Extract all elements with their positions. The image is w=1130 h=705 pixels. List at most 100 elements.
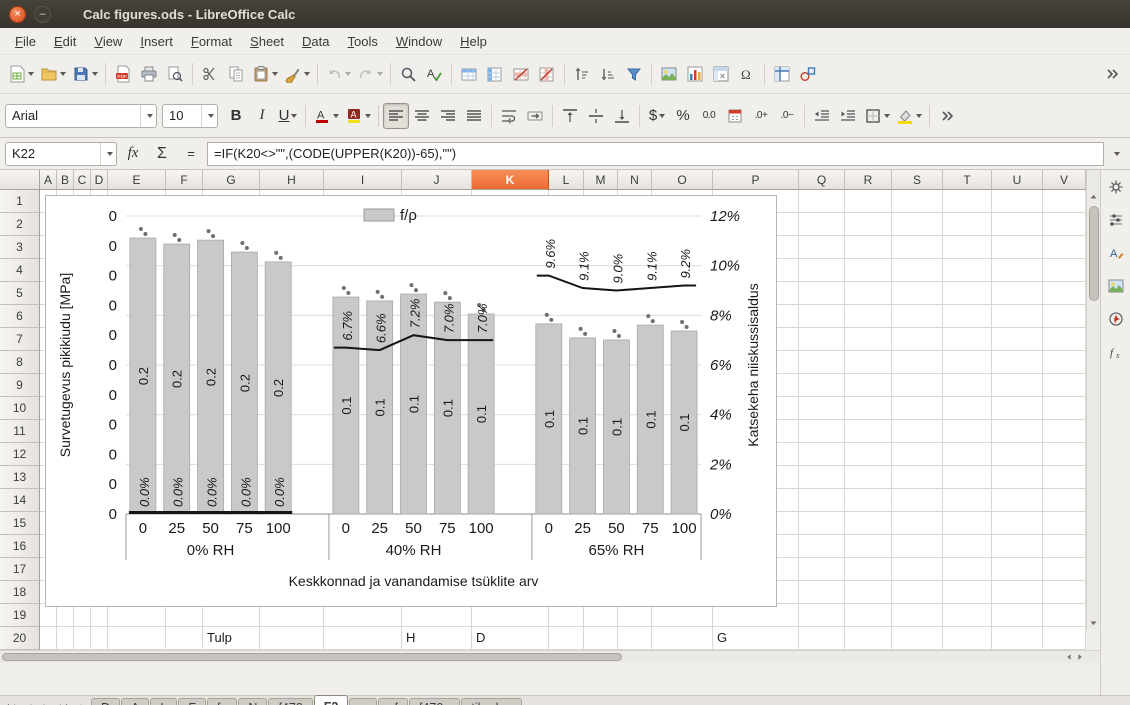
sheet-tab-N[interactable]: N [238,698,267,705]
row-header-13[interactable]: 13 [0,466,40,489]
column-header-T[interactable]: T [943,170,992,190]
row-header-11[interactable]: 11 [0,420,40,443]
paste-button[interactable] [249,61,281,87]
sheet-tab-fp[interactable]: fp [207,698,237,705]
chart-object[interactable]: 0000000000012%10%8%6%4%2%0%Survetugevus … [45,195,777,607]
background-color-button[interactable] [893,103,925,129]
menu-sheet[interactable]: Sheet [241,31,293,52]
column-header-M[interactable]: M [584,170,618,190]
sort-descending-button[interactable] [595,61,621,87]
align-top-button[interactable] [557,103,583,129]
align-left-button[interactable] [383,103,409,129]
navigator-button[interactable] [1104,307,1128,331]
new-button[interactable] [5,61,37,87]
center-vertically-button[interactable] [583,103,609,129]
next-sheet-button[interactable] [38,699,54,705]
row-header-5[interactable]: 5 [0,282,40,305]
name-box[interactable]: K22 [5,142,117,166]
sidebar-settings-button[interactable] [1104,175,1128,199]
format-percent-button[interactable]: % [670,103,696,129]
sheet-tab-f470[interactable]: f470 [268,698,312,705]
row-header-3[interactable]: 3 [0,236,40,259]
align-right-button[interactable] [435,103,461,129]
insert-image-button[interactable] [656,61,682,87]
save-button[interactable] [69,61,101,87]
cell-G20[interactable]: Tulp [207,630,232,645]
redo-button[interactable] [354,61,386,87]
column-header-H[interactable]: H [260,170,324,190]
column-header-D[interactable]: D [91,170,108,190]
first-sheet-button[interactable] [4,699,20,705]
delete-row-button[interactable] [508,61,534,87]
select-all-corner[interactable] [0,170,40,190]
formula-input[interactable] [207,142,1104,166]
row-header-16[interactable]: 16 [0,535,40,558]
cell-J20[interactable]: H [406,630,415,645]
column-header-C[interactable]: C [74,170,91,190]
merge-cells-button[interactable] [522,103,548,129]
styles-button[interactable]: A [1104,241,1128,265]
menu-data[interactable]: Data [293,31,338,52]
overflow-button[interactable] [1099,61,1125,87]
align-center-button[interactable] [409,103,435,129]
column-header-N[interactable]: N [618,170,652,190]
sheet-tab-f470ρ[interactable]: f470ρ [409,698,460,705]
wrap-text-button[interactable] [496,103,522,129]
cell-K20[interactable]: D [476,630,485,645]
font-color-button[interactable]: A [310,103,342,129]
copy-button[interactable] [223,61,249,87]
vertical-scrollbar[interactable] [1086,170,1100,630]
row-header-2[interactable]: 2 [0,213,40,236]
spelling-button[interactable]: A [421,61,447,87]
sheet-tab-nf[interactable]: nf [378,698,408,705]
show-draw-functions-button[interactable] [795,61,821,87]
font-name-combo[interactable]: Arial [5,104,157,128]
formula-button[interactable]: = [178,142,204,166]
last-sheet-button[interactable] [55,699,71,705]
menu-edit[interactable]: Edit [45,31,85,52]
column-header-R[interactable]: R [845,170,892,190]
chevron-down-icon[interactable] [100,143,116,165]
decrease-indent-button[interactable] [809,103,835,129]
column-header-Q[interactable]: Q [799,170,845,190]
row-header-20[interactable]: 20 [0,627,40,650]
sheet-tab-A[interactable]: A [121,698,149,705]
print-preview-button[interactable] [162,61,188,87]
column-header-V[interactable]: V [1043,170,1086,190]
highlighting-color-button[interactable]: A [342,103,374,129]
cells-area[interactable]: 0000000000012%10%8%6%4%2%0%Survetugevus … [40,190,1086,650]
gallery-button[interactable] [1104,274,1128,298]
insert-column-before-button[interactable] [482,61,508,87]
sheet-tab-D[interactable]: D [91,698,120,705]
row-header-7[interactable]: 7 [0,328,40,351]
row-header-6[interactable]: 6 [0,305,40,328]
horizontal-scroll-thumb[interactable] [2,653,622,661]
column-header-F[interactable]: F [166,170,203,190]
bold-button[interactable]: B [223,103,249,129]
sheet-tab-tihedus[interactable]: tihedus [461,698,521,705]
column-header-J[interactable]: J [402,170,472,190]
increase-indent-button[interactable] [835,103,861,129]
overflow-formatting-button[interactable] [934,103,960,129]
menu-help[interactable]: Help [451,31,496,52]
row-header-4[interactable]: 4 [0,259,40,282]
column-header-I[interactable]: I [324,170,402,190]
menu-file[interactable]: File [6,31,45,52]
font-size-combo[interactable]: 10 [162,104,218,128]
align-bottom-button[interactable] [609,103,635,129]
previous-sheet-button[interactable] [21,699,37,705]
align-justify-button[interactable] [461,103,487,129]
functions-button[interactable]: fx [1104,340,1128,364]
function-wizard-button[interactable]: fx [120,142,146,166]
print-button[interactable] [136,61,162,87]
add-decimal-button[interactable]: .0+ [748,103,774,129]
sheet-tab-L[interactable]: L [150,698,177,705]
row-header-14[interactable]: 14 [0,489,40,512]
undo-button[interactable] [322,61,354,87]
find-replace-button[interactable] [395,61,421,87]
row-header-10[interactable]: 10 [0,397,40,420]
menu-format[interactable]: Format [182,31,241,52]
vertical-scroll-thumb[interactable] [1089,206,1099,301]
chevron-down-icon[interactable] [201,105,217,127]
cell-P20[interactable]: G [717,630,727,645]
